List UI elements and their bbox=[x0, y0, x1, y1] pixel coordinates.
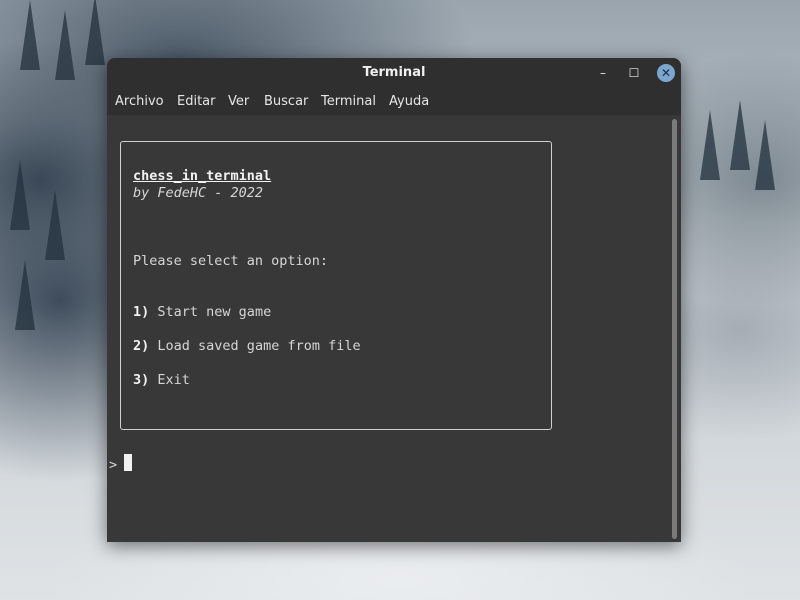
option-label: Exit bbox=[157, 372, 190, 388]
menu-buscar[interactable]: Buscar bbox=[264, 94, 308, 109]
option-exit: 3) Exit bbox=[133, 372, 190, 388]
title-bar[interactable]: Terminal – ☐ ✕ bbox=[107, 58, 681, 88]
tree-shape bbox=[700, 110, 720, 180]
text-cursor[interactable] bbox=[124, 454, 132, 471]
menu-editar[interactable]: Editar bbox=[177, 94, 216, 109]
app-title: chess_in_terminal bbox=[133, 168, 272, 184]
tree-shape bbox=[85, 0, 105, 65]
scrollbar[interactable] bbox=[672, 119, 677, 539]
option-label: Start new game bbox=[157, 304, 272, 320]
tree-shape bbox=[15, 260, 35, 330]
close-button[interactable]: ✕ bbox=[657, 64, 675, 82]
option-label: Load saved game from file bbox=[157, 338, 361, 354]
terminal-window: Terminal – ☐ ✕ Archivo Editar Ver Buscar… bbox=[107, 58, 681, 542]
tree-shape bbox=[45, 190, 65, 260]
tree-shape bbox=[20, 0, 40, 70]
option-load-saved-game: 2) Load saved game from file bbox=[133, 338, 361, 354]
tree-shape bbox=[55, 10, 75, 80]
minimize-button[interactable]: – bbox=[595, 65, 611, 81]
option-number: 1) bbox=[133, 304, 150, 320]
maximize-button[interactable]: ☐ bbox=[626, 65, 642, 81]
select-prompt: Please select an option: bbox=[133, 253, 329, 269]
menu-bar: Archivo Editar Ver Buscar Terminal Ayuda bbox=[107, 88, 681, 115]
option-start-new-game: 1) Start new game bbox=[133, 304, 271, 320]
author-line: by FedeHC - 2022 bbox=[133, 185, 264, 201]
tree-shape bbox=[10, 160, 30, 230]
menu-archivo[interactable]: Archivo bbox=[115, 94, 164, 109]
menu-ver[interactable]: Ver bbox=[228, 94, 249, 109]
menu-panel: chess_in_terminal by FedeHC - 2022 Pleas… bbox=[120, 141, 552, 430]
tree-shape bbox=[730, 100, 750, 170]
tree-shape bbox=[755, 120, 775, 190]
input-prompt-symbol: > bbox=[109, 457, 118, 473]
menu-terminal[interactable]: Terminal bbox=[321, 94, 376, 109]
menu-ayuda[interactable]: Ayuda bbox=[389, 94, 429, 109]
terminal-area[interactable]: chess_in_terminal by FedeHC - 2022 Pleas… bbox=[107, 115, 681, 542]
option-number: 3) bbox=[133, 372, 150, 388]
option-number: 2) bbox=[133, 338, 150, 354]
